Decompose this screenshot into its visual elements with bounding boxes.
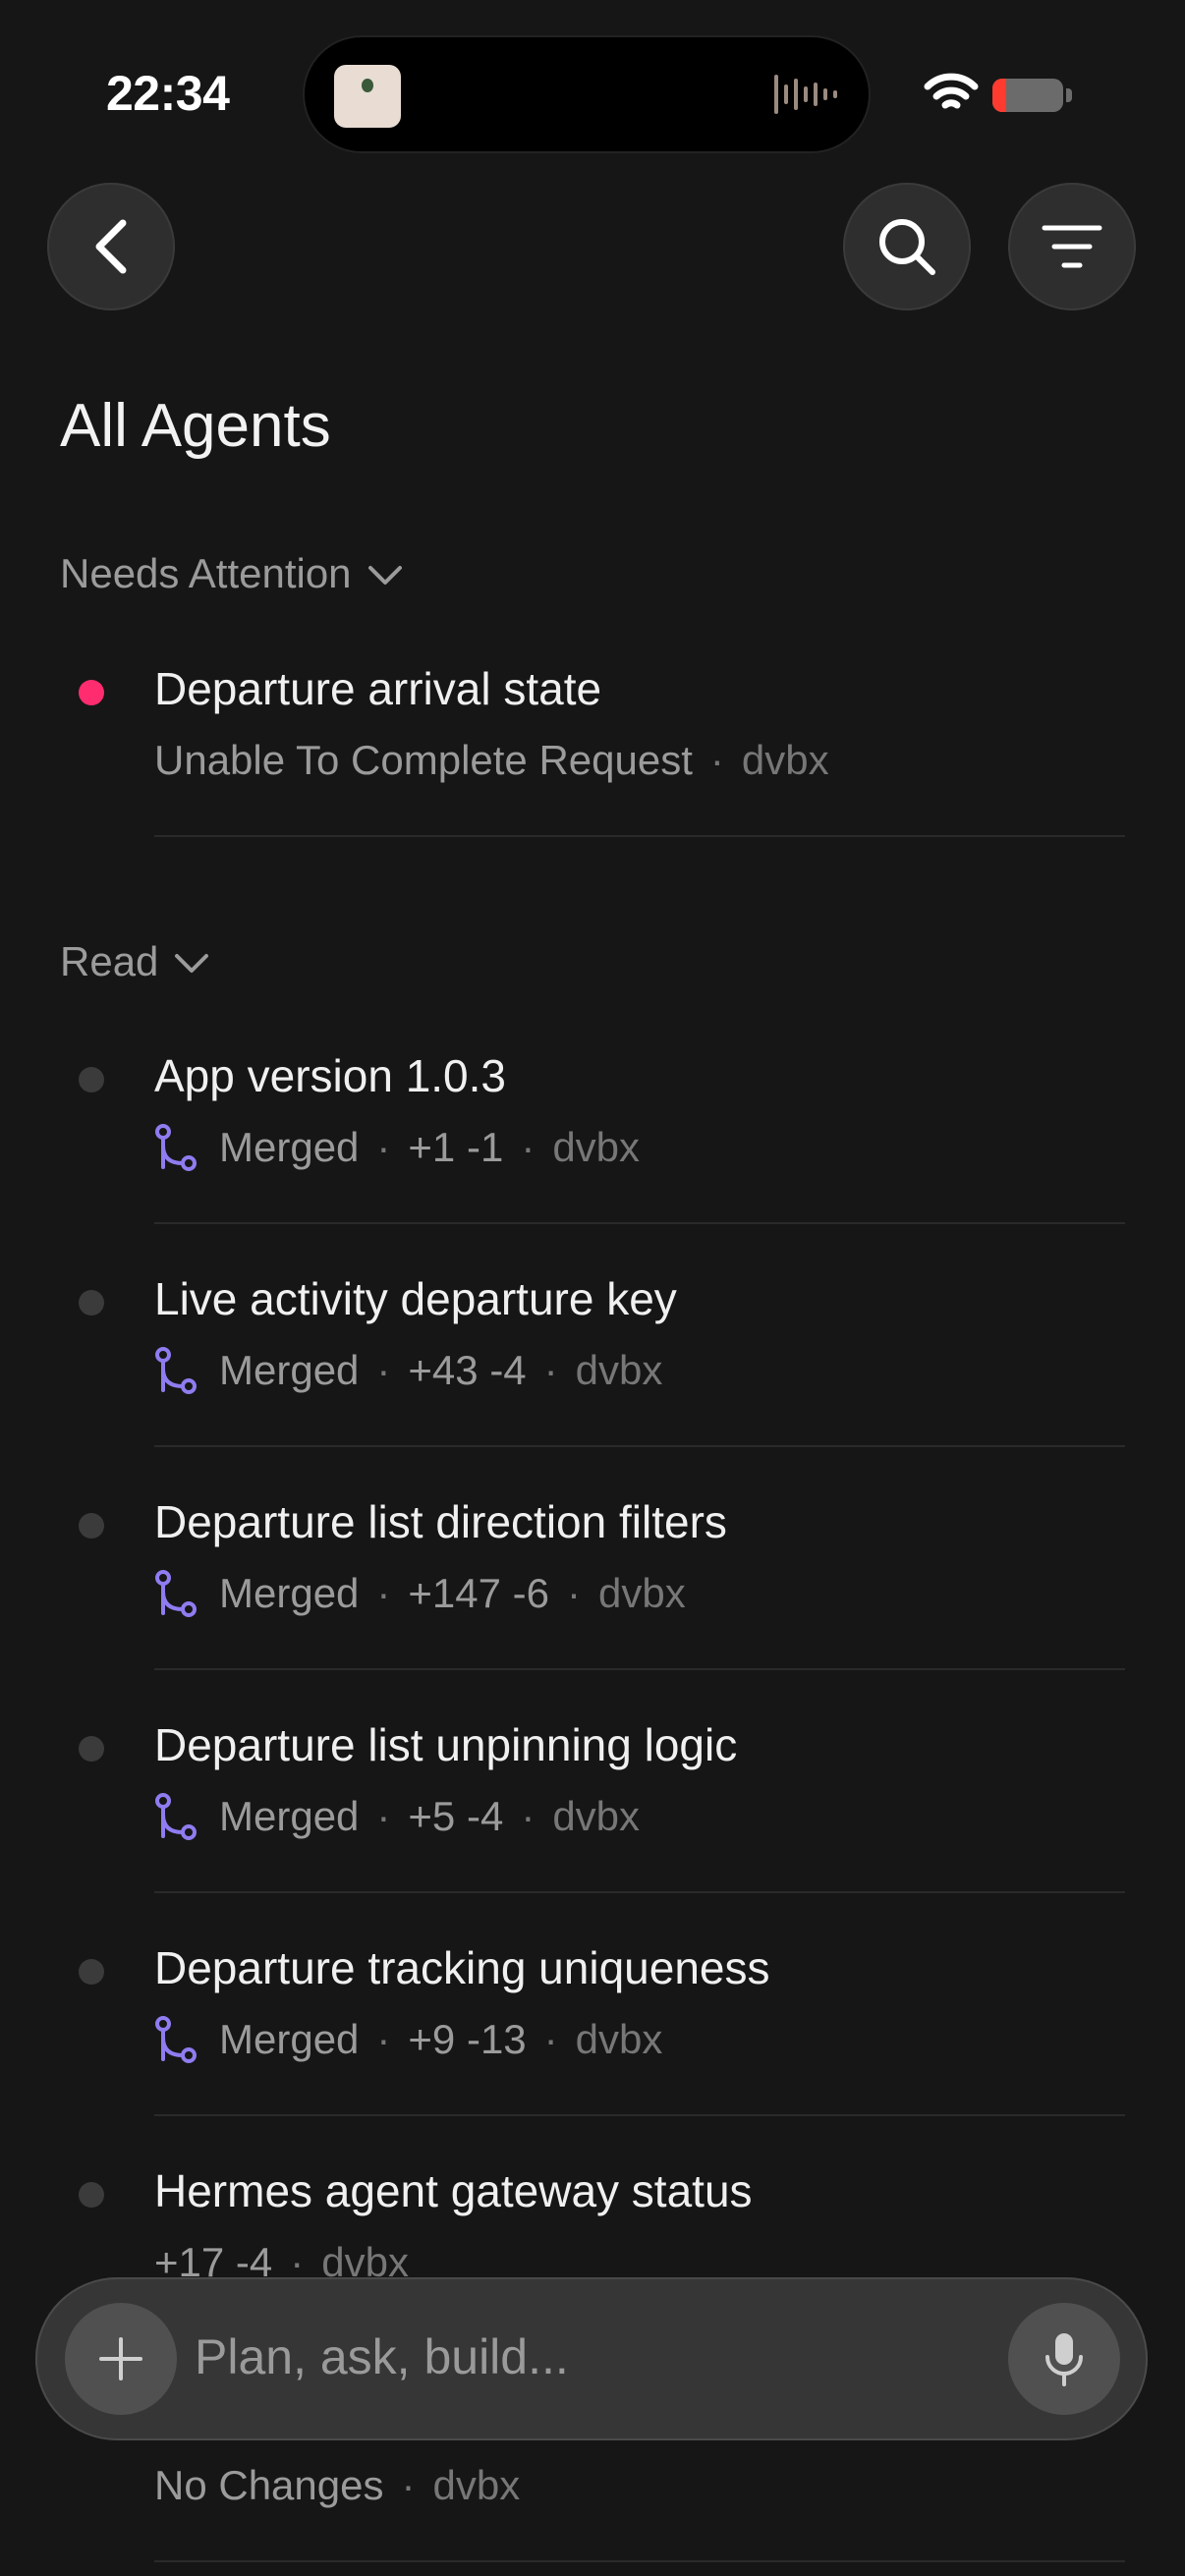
separator-dot: · bbox=[543, 2016, 558, 2062]
item-subtitle: Merged · +43 -4 · dvbx bbox=[154, 1347, 662, 1394]
section-label: Read bbox=[60, 938, 159, 984]
divider bbox=[154, 2114, 1125, 2116]
read-dot bbox=[79, 1067, 104, 1092]
section-read-header[interactable]: Read bbox=[60, 938, 209, 985]
merge-icon bbox=[155, 1124, 197, 1171]
search-button[interactable] bbox=[843, 183, 971, 310]
section-needs-attention-header[interactable]: Needs Attention bbox=[60, 550, 403, 597]
item-status: Merged bbox=[219, 1793, 360, 1839]
chevron-left-icon bbox=[95, 219, 127, 274]
item-title: App version 1.0.3 bbox=[154, 1050, 507, 1101]
battery-tip bbox=[1066, 88, 1072, 102]
add-button[interactable] bbox=[65, 2303, 177, 2415]
microphone-icon bbox=[1045, 2333, 1083, 2386]
separator-dot: · bbox=[567, 1570, 582, 1616]
merge-icon bbox=[155, 1347, 197, 1394]
separator-dot: · bbox=[543, 1347, 558, 1393]
item-status: Merged bbox=[219, 1124, 360, 1170]
separator-dot: · bbox=[376, 1793, 391, 1839]
separator-dot: · bbox=[401, 2462, 416, 2508]
item-diff: +1 -1 bbox=[408, 1124, 504, 1170]
status-time: 22:34 bbox=[106, 66, 230, 121]
item-title: Departure list direction filters bbox=[154, 1496, 727, 1547]
divider bbox=[154, 1445, 1125, 1447]
item-subtitle: Unable To Complete Request · dvbx bbox=[154, 737, 829, 784]
separator-dot: · bbox=[376, 1124, 391, 1170]
item-diff: +147 -6 bbox=[408, 1570, 550, 1616]
divider bbox=[154, 1891, 1125, 1893]
merge-icon bbox=[155, 1570, 197, 1617]
separator-dot: · bbox=[521, 1124, 536, 1170]
item-subtitle: No Changes · dvbx bbox=[154, 2462, 520, 2509]
item-title: Departure list unpinning logic bbox=[154, 1719, 738, 1770]
item-title: Departure arrival state bbox=[154, 663, 602, 714]
item-title: Departure tracking uniqueness bbox=[154, 1942, 770, 1993]
read-dot bbox=[79, 2182, 104, 2208]
item-subtitle: Merged · +1 -1 · dvbx bbox=[154, 1124, 640, 1171]
merge-icon bbox=[155, 2016, 197, 2063]
item-status: Unable To Complete Request bbox=[154, 737, 693, 783]
chevron-down-icon bbox=[175, 954, 209, 973]
read-dot bbox=[79, 1736, 104, 1762]
divider bbox=[154, 1668, 1125, 1670]
divider bbox=[154, 2560, 1125, 2562]
filter-icon bbox=[1042, 225, 1102, 268]
item-subtitle: Merged · +147 -6 · dvbx bbox=[154, 1570, 686, 1617]
read-dot bbox=[79, 1959, 104, 1985]
wifi-icon bbox=[924, 73, 979, 109]
plus-icon bbox=[99, 2337, 142, 2380]
status-bar: 22:34 bbox=[0, 0, 1185, 167]
item-status: No Changes bbox=[154, 2462, 384, 2508]
now-playing-artwork bbox=[334, 65, 401, 128]
battery-icon bbox=[992, 79, 1063, 112]
composer-bar: Plan, ask, build... bbox=[35, 2277, 1148, 2440]
prompt-input[interactable]: Plan, ask, build... bbox=[195, 2328, 569, 2385]
item-status: Merged bbox=[219, 2016, 360, 2062]
separator-dot: · bbox=[709, 737, 724, 783]
item-repo: dvbx bbox=[575, 1347, 663, 1393]
microphone-button[interactable] bbox=[1008, 2303, 1120, 2415]
chevron-down-icon bbox=[367, 566, 402, 585]
separator-dot: · bbox=[376, 2016, 391, 2062]
filter-button[interactable] bbox=[1008, 183, 1136, 310]
item-diff: +9 -13 bbox=[408, 2016, 527, 2062]
attention-dot bbox=[79, 680, 104, 705]
read-dot bbox=[79, 1513, 104, 1539]
item-repo: dvbx bbox=[432, 2462, 521, 2508]
back-button[interactable] bbox=[47, 183, 175, 310]
section-label: Needs Attention bbox=[60, 550, 352, 596]
item-repo: dvbx bbox=[598, 1570, 686, 1616]
item-subtitle: Merged · +5 -4 · dvbx bbox=[154, 1793, 640, 1840]
item-repo: dvbx bbox=[552, 1793, 641, 1839]
page-title: All Agents bbox=[60, 392, 331, 460]
item-status: Merged bbox=[219, 1570, 360, 1616]
search-icon bbox=[879, 219, 935, 275]
divider bbox=[154, 1222, 1125, 1224]
audio-waveform-icon bbox=[774, 75, 837, 114]
separator-dot: · bbox=[376, 1347, 391, 1393]
item-title: Live activity departure key bbox=[154, 1273, 677, 1324]
separator-dot: · bbox=[376, 1570, 391, 1616]
item-diff: +5 -4 bbox=[408, 1793, 504, 1839]
item-status: Merged bbox=[219, 1347, 360, 1393]
separator-dot: · bbox=[521, 1793, 536, 1839]
merge-icon bbox=[155, 1793, 197, 1840]
item-repo: dvbx bbox=[552, 1124, 641, 1170]
read-dot bbox=[79, 1290, 104, 1316]
dynamic-island[interactable] bbox=[305, 37, 869, 151]
divider bbox=[154, 835, 1125, 837]
item-repo: dvbx bbox=[575, 2016, 663, 2062]
item-title: Hermes agent gateway status bbox=[154, 2165, 753, 2216]
item-subtitle: Merged · +9 -13 · dvbx bbox=[154, 2016, 662, 2063]
item-repo: dvbx bbox=[741, 737, 829, 783]
item-diff: +43 -4 bbox=[408, 1347, 527, 1393]
